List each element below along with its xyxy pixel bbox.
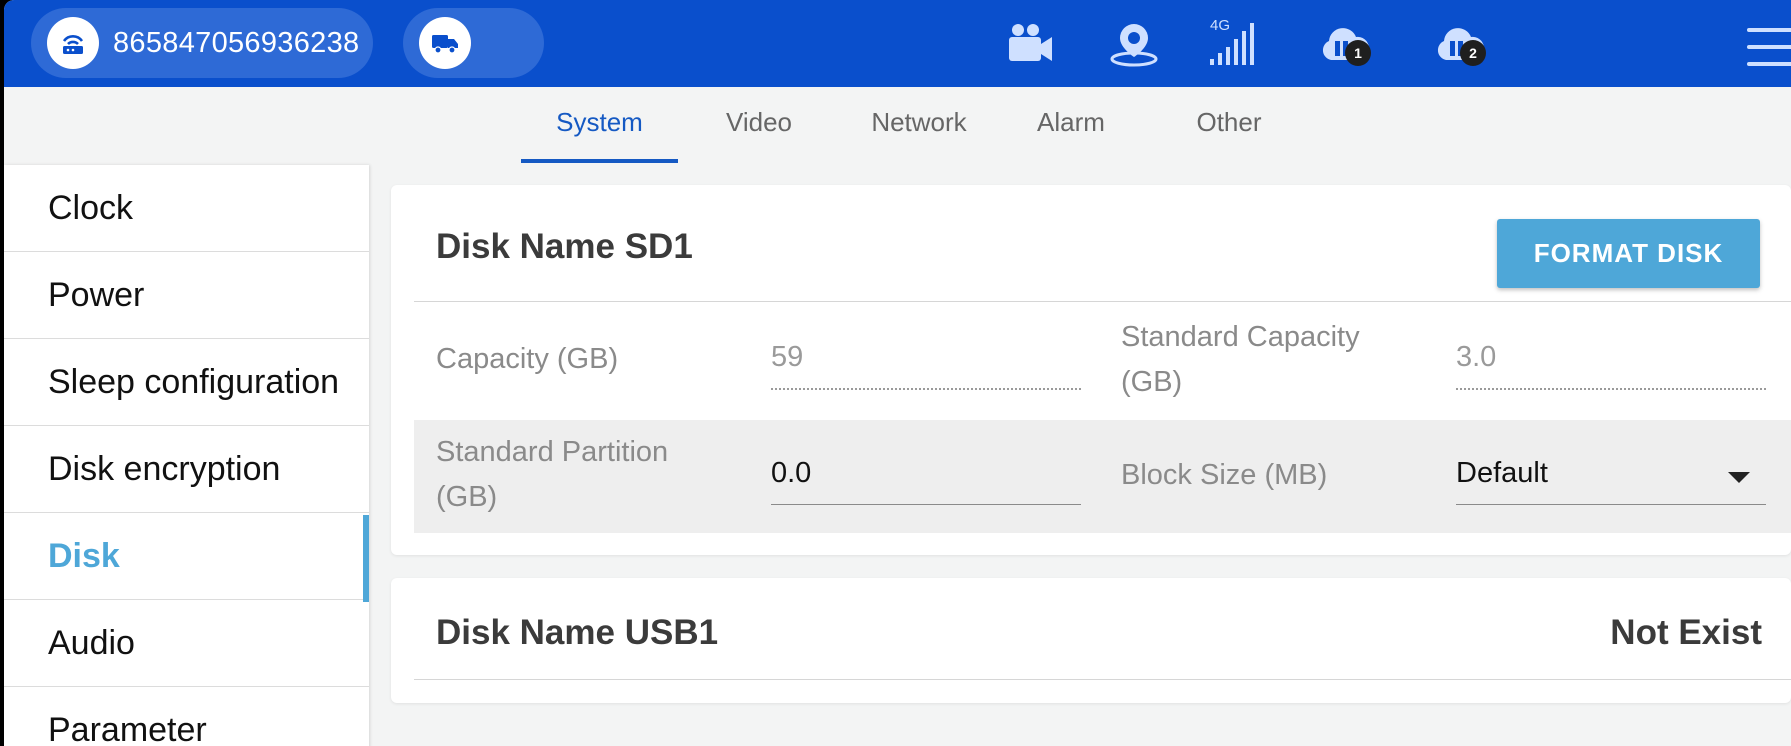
- block-size-label: Block Size (MB): [1121, 459, 1328, 491]
- capacity-value: 59: [771, 341, 804, 373]
- sidebar-item-power[interactable]: Power: [4, 252, 369, 339]
- disk-usb1-status: Not Exist: [1610, 613, 1762, 652]
- sidebar-item-audio[interactable]: Audio: [4, 600, 369, 687]
- app-screen: 865847056936238 4G 1 2 System Video Netw…: [4, 0, 1791, 746]
- cloud-server-1-badge: 1: [1345, 40, 1371, 66]
- device-id: 865847056936238: [113, 26, 360, 59]
- format-disk-button[interactable]: FORMAT DISK: [1497, 219, 1760, 288]
- standard-partition-input[interactable]: 0.0: [771, 453, 811, 493]
- camera-icon[interactable]: [1004, 18, 1056, 70]
- vehicle-selector[interactable]: [403, 8, 544, 78]
- standard-capacity-underline: [1456, 388, 1766, 390]
- sidebar-item-disk[interactable]: Disk: [4, 513, 369, 600]
- disk-usb1-title: Disk Name USB1: [436, 613, 719, 652]
- gps-icon[interactable]: [1108, 18, 1160, 70]
- block-size-select[interactable]: Default: [1456, 453, 1548, 493]
- tab-video[interactable]: Video: [704, 107, 814, 165]
- capacity-underline: [771, 388, 1081, 390]
- tab-network[interactable]: Network: [854, 107, 984, 165]
- chevron-down-icon[interactable]: [1728, 472, 1750, 483]
- block-size-underline: [1456, 504, 1766, 505]
- tab-system[interactable]: System: [521, 107, 678, 165]
- standard-capacity-label-line1: Standard Capacity: [1121, 321, 1360, 353]
- active-tab-indicator: [521, 159, 678, 163]
- tab-alarm[interactable]: Alarm: [1021, 107, 1121, 165]
- disk-sd1-card: Disk Name SD1 FORMAT DISK Capacity (GB) …: [391, 185, 1791, 555]
- card-divider: [414, 301, 1791, 302]
- top-bar: 865847056936238 4G 1 2: [4, 0, 1791, 87]
- signal-4g-label: 4G: [1210, 17, 1230, 34]
- sidebar-item-clock[interactable]: Clock: [4, 165, 369, 252]
- standard-capacity-label: Standard Capacity (GB): [1121, 315, 1360, 405]
- truck-icon: [419, 17, 471, 69]
- card-divider: [414, 679, 1791, 680]
- cloud-server-1-icon[interactable]: 1: [1309, 18, 1381, 70]
- device-selector[interactable]: 865847056936238: [31, 8, 373, 78]
- standard-capacity-label-line2: (GB): [1121, 366, 1183, 398]
- sidebar-item-sleep-configuration[interactable]: Sleep configuration: [4, 339, 369, 426]
- standard-partition-underline: [771, 504, 1081, 505]
- sidebar: Clock Power Sleep configuration Disk enc…: [4, 165, 369, 746]
- disk-sd1-title: Disk Name SD1: [436, 227, 693, 266]
- menu-icon[interactable]: [1747, 28, 1791, 72]
- tab-other[interactable]: Other: [1174, 107, 1284, 165]
- disk-usb1-card: Disk Name USB1 Not Exist: [391, 578, 1791, 703]
- router-icon: [47, 17, 99, 69]
- signal-4g-icon[interactable]: 4G: [1204, 16, 1260, 68]
- capacity-label: Capacity (GB): [436, 343, 619, 375]
- standard-capacity-value: 3.0: [1456, 341, 1497, 373]
- standard-partition-label-line2: (GB): [436, 481, 498, 513]
- cloud-server-2-icon[interactable]: 2: [1424, 18, 1496, 70]
- cloud-server-2-badge: 2: [1460, 40, 1486, 66]
- standard-partition-label-line1: Standard Partition: [436, 436, 669, 468]
- sidebar-active-indicator: [363, 515, 369, 602]
- standard-partition-label: Standard Partition (GB): [436, 430, 668, 520]
- settings-tabs: System Video Network Alarm Other: [4, 87, 1791, 165]
- sidebar-item-parameter[interactable]: Parameter: [4, 687, 369, 746]
- sidebar-item-disk-encryption[interactable]: Disk encryption: [4, 426, 369, 513]
